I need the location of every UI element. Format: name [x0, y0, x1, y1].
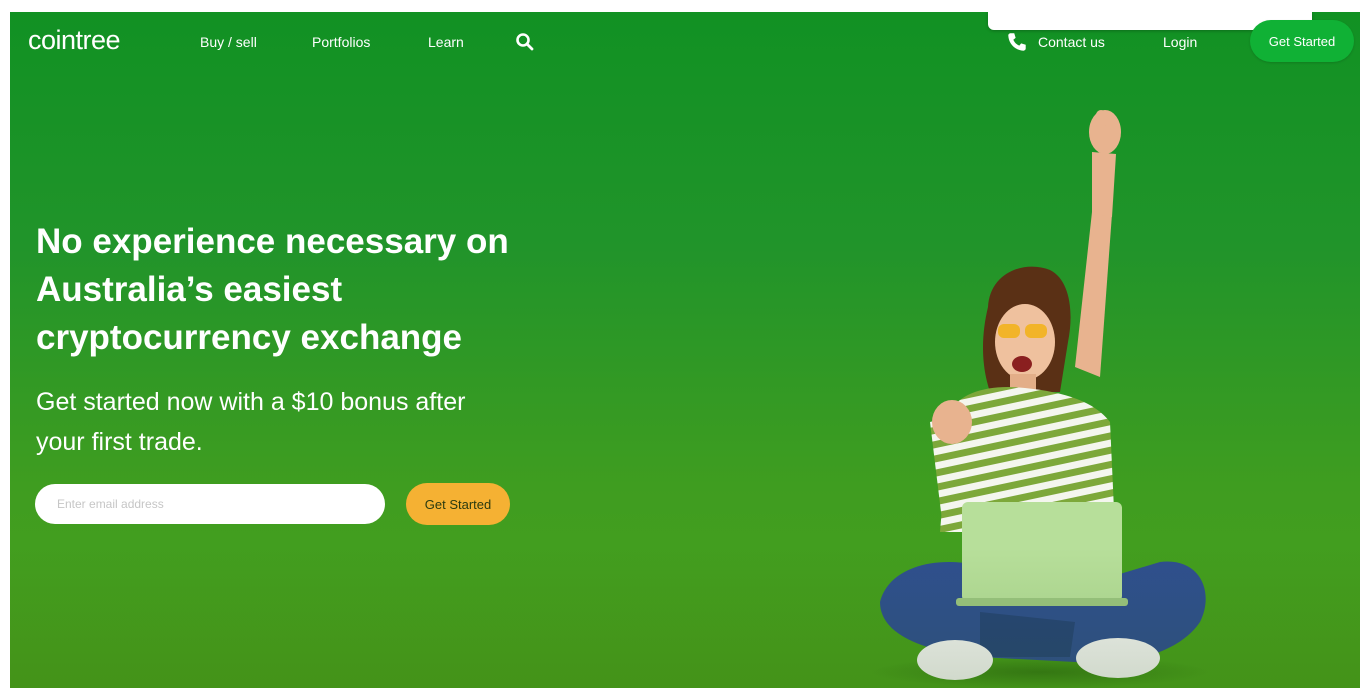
login-link[interactable]: Login [1163, 34, 1197, 50]
search-icon[interactable] [515, 32, 535, 52]
hero-section: cointree Buy / sell Portfolios Learn Con… [10, 12, 1360, 688]
contact-us-label: Contact us [1038, 34, 1105, 50]
hero-person-illustration [870, 110, 1210, 688]
nav-get-started-button[interactable]: Get Started [1250, 20, 1354, 62]
email-input[interactable] [35, 484, 385, 524]
contact-us-link[interactable]: Contact us [1006, 31, 1105, 53]
phone-icon [1008, 33, 1026, 51]
hero-headline: No experience necessary on Australia’s e… [36, 222, 509, 357]
hero-get-started-button[interactable]: Get Started [406, 483, 510, 525]
nav-portfolios[interactable]: Portfolios [312, 34, 370, 50]
hero-subline: Get started now with a $10 bonus after y… [36, 388, 466, 456]
nav-buy-sell[interactable]: Buy / sell [200, 34, 257, 50]
cointree-logo[interactable]: cointree [28, 25, 121, 56]
nav-learn[interactable]: Learn [428, 34, 464, 50]
